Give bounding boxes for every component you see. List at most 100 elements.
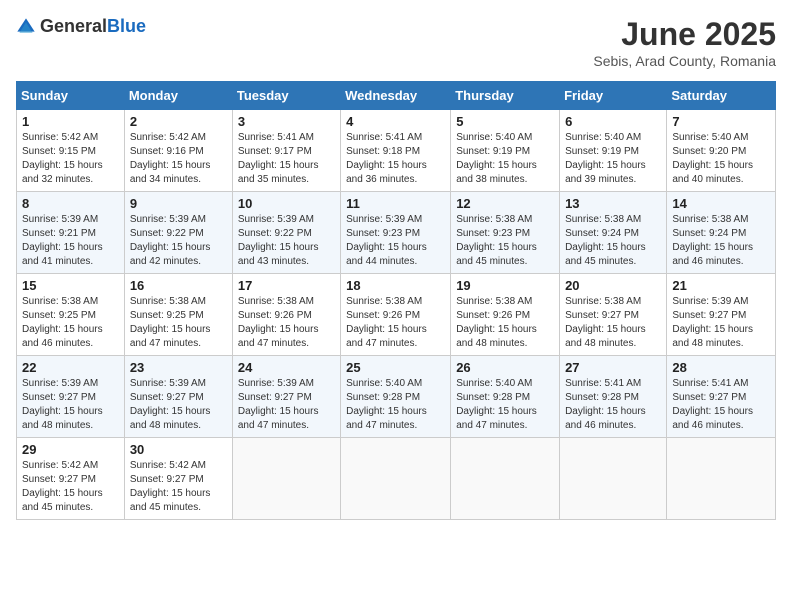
calendar-table: SundayMondayTuesdayWednesdayThursdayFrid… <box>16 81 776 520</box>
calendar-day-cell: 1 Sunrise: 5:42 AM Sunset: 9:15 PM Dayli… <box>17 110 125 192</box>
day-of-week-header: Thursday <box>451 82 560 110</box>
day-info: Sunrise: 5:39 AM Sunset: 9:27 PM Dayligh… <box>22 377 119 433</box>
day-number: 8 <box>22 196 119 211</box>
calendar-day-cell: 15 Sunrise: 5:38 AM Sunset: 9:25 PM Dayl… <box>17 274 125 356</box>
page-header: GeneralBlue June 2025 Sebis, Arad County… <box>16 16 776 69</box>
day-info: Sunrise: 5:42 AM Sunset: 9:27 PM Dayligh… <box>22 459 119 515</box>
day-info: Sunrise: 5:40 AM Sunset: 9:19 PM Dayligh… <box>456 131 554 187</box>
day-info: Sunrise: 5:42 AM Sunset: 9:15 PM Dayligh… <box>22 131 119 187</box>
day-info: Sunrise: 5:40 AM Sunset: 9:28 PM Dayligh… <box>346 377 445 433</box>
day-info: Sunrise: 5:38 AM Sunset: 9:26 PM Dayligh… <box>456 295 554 351</box>
day-number: 24 <box>238 360 335 375</box>
day-number: 27 <box>565 360 661 375</box>
day-info: Sunrise: 5:39 AM Sunset: 9:21 PM Dayligh… <box>22 213 119 269</box>
location-title: Sebis, Arad County, Romania <box>593 53 776 69</box>
day-of-week-header: Tuesday <box>232 82 340 110</box>
day-info: Sunrise: 5:42 AM Sunset: 9:27 PM Dayligh… <box>130 459 227 515</box>
day-info: Sunrise: 5:38 AM Sunset: 9:24 PM Dayligh… <box>565 213 661 269</box>
calendar-day-cell <box>451 438 560 520</box>
day-number: 21 <box>672 278 770 293</box>
calendar-day-cell: 5 Sunrise: 5:40 AM Sunset: 9:19 PM Dayli… <box>451 110 560 192</box>
day-info: Sunrise: 5:38 AM Sunset: 9:27 PM Dayligh… <box>565 295 661 351</box>
calendar-day-cell: 2 Sunrise: 5:42 AM Sunset: 9:16 PM Dayli… <box>124 110 232 192</box>
day-number: 20 <box>565 278 661 293</box>
day-number: 3 <box>238 114 335 129</box>
calendar-day-cell: 14 Sunrise: 5:38 AM Sunset: 9:24 PM Dayl… <box>667 192 776 274</box>
day-info: Sunrise: 5:38 AM Sunset: 9:26 PM Dayligh… <box>346 295 445 351</box>
calendar-day-cell: 29 Sunrise: 5:42 AM Sunset: 9:27 PM Dayl… <box>17 438 125 520</box>
day-number: 2 <box>130 114 227 129</box>
day-of-week-header: Monday <box>124 82 232 110</box>
day-number: 1 <box>22 114 119 129</box>
logo: GeneralBlue <box>16 16 146 37</box>
calendar-day-cell: 16 Sunrise: 5:38 AM Sunset: 9:25 PM Dayl… <box>124 274 232 356</box>
calendar-day-cell <box>232 438 340 520</box>
calendar-week-row: 15 Sunrise: 5:38 AM Sunset: 9:25 PM Dayl… <box>17 274 776 356</box>
day-number: 19 <box>456 278 554 293</box>
day-info: Sunrise: 5:38 AM Sunset: 9:25 PM Dayligh… <box>22 295 119 351</box>
day-info: Sunrise: 5:42 AM Sunset: 9:16 PM Dayligh… <box>130 131 227 187</box>
calendar-week-row: 1 Sunrise: 5:42 AM Sunset: 9:15 PM Dayli… <box>17 110 776 192</box>
calendar-week-row: 22 Sunrise: 5:39 AM Sunset: 9:27 PM Dayl… <box>17 356 776 438</box>
calendar-week-row: 29 Sunrise: 5:42 AM Sunset: 9:27 PM Dayl… <box>17 438 776 520</box>
day-info: Sunrise: 5:40 AM Sunset: 9:19 PM Dayligh… <box>565 131 661 187</box>
day-info: Sunrise: 5:41 AM Sunset: 9:17 PM Dayligh… <box>238 131 335 187</box>
day-info: Sunrise: 5:38 AM Sunset: 9:25 PM Dayligh… <box>130 295 227 351</box>
day-of-week-header: Saturday <box>667 82 776 110</box>
calendar-day-cell: 28 Sunrise: 5:41 AM Sunset: 9:27 PM Dayl… <box>667 356 776 438</box>
calendar-day-cell: 10 Sunrise: 5:39 AM Sunset: 9:22 PM Dayl… <box>232 192 340 274</box>
day-of-week-header: Wednesday <box>341 82 451 110</box>
day-number: 23 <box>130 360 227 375</box>
calendar-day-cell: 7 Sunrise: 5:40 AM Sunset: 9:20 PM Dayli… <box>667 110 776 192</box>
day-number: 7 <box>672 114 770 129</box>
logo-text-blue: Blue <box>107 16 146 36</box>
calendar-day-cell: 17 Sunrise: 5:38 AM Sunset: 9:26 PM Dayl… <box>232 274 340 356</box>
calendar-day-cell: 4 Sunrise: 5:41 AM Sunset: 9:18 PM Dayli… <box>341 110 451 192</box>
day-number: 11 <box>346 196 445 211</box>
day-number: 15 <box>22 278 119 293</box>
calendar-day-cell <box>341 438 451 520</box>
calendar-header-row: SundayMondayTuesdayWednesdayThursdayFrid… <box>17 82 776 110</box>
calendar-day-cell: 13 Sunrise: 5:38 AM Sunset: 9:24 PM Dayl… <box>560 192 667 274</box>
calendar-day-cell: 9 Sunrise: 5:39 AM Sunset: 9:22 PM Dayli… <box>124 192 232 274</box>
day-info: Sunrise: 5:38 AM Sunset: 9:24 PM Dayligh… <box>672 213 770 269</box>
month-title: June 2025 <box>593 16 776 53</box>
day-info: Sunrise: 5:41 AM Sunset: 9:27 PM Dayligh… <box>672 377 770 433</box>
day-number: 4 <box>346 114 445 129</box>
day-info: Sunrise: 5:41 AM Sunset: 9:28 PM Dayligh… <box>565 377 661 433</box>
calendar-day-cell: 19 Sunrise: 5:38 AM Sunset: 9:26 PM Dayl… <box>451 274 560 356</box>
calendar-day-cell <box>667 438 776 520</box>
day-info: Sunrise: 5:39 AM Sunset: 9:27 PM Dayligh… <box>238 377 335 433</box>
calendar-body: 1 Sunrise: 5:42 AM Sunset: 9:15 PM Dayli… <box>17 110 776 520</box>
day-number: 12 <box>456 196 554 211</box>
logo-text-general: General <box>40 16 107 36</box>
day-info: Sunrise: 5:40 AM Sunset: 9:28 PM Dayligh… <box>456 377 554 433</box>
calendar-day-cell: 21 Sunrise: 5:39 AM Sunset: 9:27 PM Dayl… <box>667 274 776 356</box>
day-number: 17 <box>238 278 335 293</box>
calendar-day-cell: 30 Sunrise: 5:42 AM Sunset: 9:27 PM Dayl… <box>124 438 232 520</box>
day-number: 13 <box>565 196 661 211</box>
calendar-week-row: 8 Sunrise: 5:39 AM Sunset: 9:21 PM Dayli… <box>17 192 776 274</box>
day-number: 9 <box>130 196 227 211</box>
day-number: 25 <box>346 360 445 375</box>
calendar-day-cell: 12 Sunrise: 5:38 AM Sunset: 9:23 PM Dayl… <box>451 192 560 274</box>
day-info: Sunrise: 5:38 AM Sunset: 9:26 PM Dayligh… <box>238 295 335 351</box>
calendar-day-cell: 18 Sunrise: 5:38 AM Sunset: 9:26 PM Dayl… <box>341 274 451 356</box>
calendar-day-cell: 3 Sunrise: 5:41 AM Sunset: 9:17 PM Dayli… <box>232 110 340 192</box>
day-number: 10 <box>238 196 335 211</box>
day-number: 22 <box>22 360 119 375</box>
calendar-day-cell: 25 Sunrise: 5:40 AM Sunset: 9:28 PM Dayl… <box>341 356 451 438</box>
day-number: 6 <box>565 114 661 129</box>
calendar-day-cell: 24 Sunrise: 5:39 AM Sunset: 9:27 PM Dayl… <box>232 356 340 438</box>
day-number: 5 <box>456 114 554 129</box>
day-of-week-header: Sunday <box>17 82 125 110</box>
calendar-day-cell: 11 Sunrise: 5:39 AM Sunset: 9:23 PM Dayl… <box>341 192 451 274</box>
calendar-day-cell: 26 Sunrise: 5:40 AM Sunset: 9:28 PM Dayl… <box>451 356 560 438</box>
day-info: Sunrise: 5:41 AM Sunset: 9:18 PM Dayligh… <box>346 131 445 187</box>
day-info: Sunrise: 5:39 AM Sunset: 9:22 PM Dayligh… <box>238 213 335 269</box>
day-info: Sunrise: 5:39 AM Sunset: 9:22 PM Dayligh… <box>130 213 227 269</box>
title-area: June 2025 Sebis, Arad County, Romania <box>593 16 776 69</box>
logo-icon <box>16 17 36 37</box>
calendar-day-cell: 22 Sunrise: 5:39 AM Sunset: 9:27 PM Dayl… <box>17 356 125 438</box>
day-info: Sunrise: 5:40 AM Sunset: 9:20 PM Dayligh… <box>672 131 770 187</box>
